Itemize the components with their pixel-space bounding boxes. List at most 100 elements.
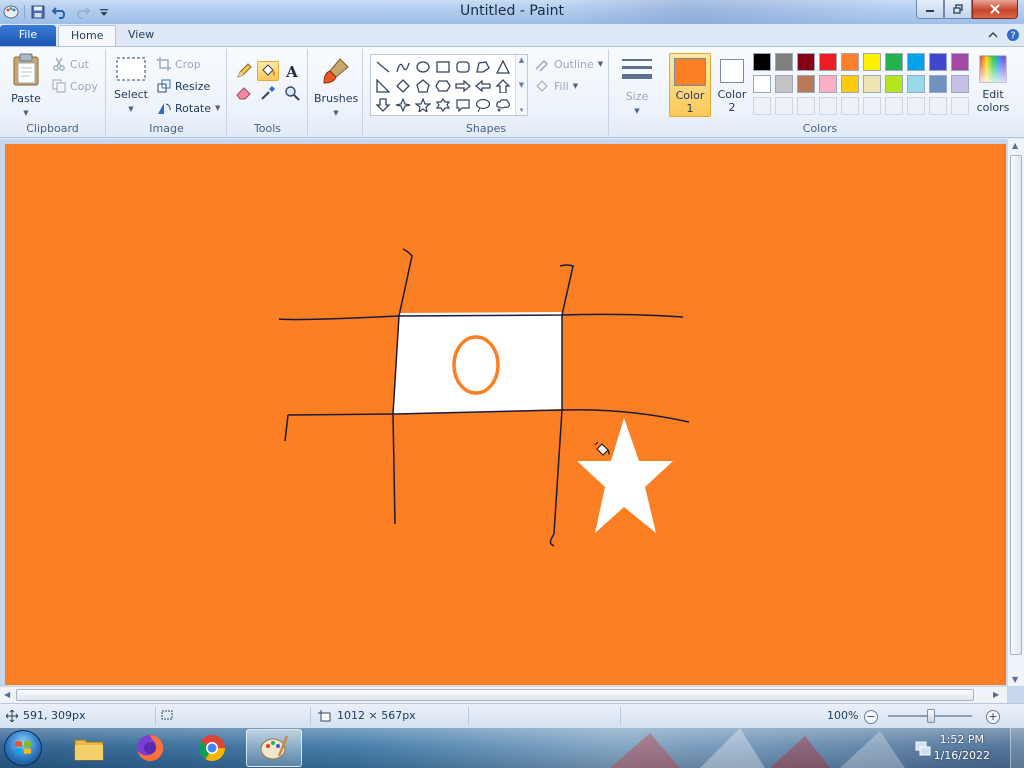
shape-rounded-rectangle-icon[interactable] (453, 57, 473, 76)
taskbar-chrome[interactable] (184, 729, 240, 767)
tab-view[interactable]: View (116, 25, 166, 46)
zoom-in-button[interactable]: + (986, 710, 1000, 724)
shape-left-arrow-icon[interactable] (473, 76, 493, 95)
palette-color-swatch[interactable] (951, 75, 969, 93)
shape-four-point-star-icon[interactable] (393, 95, 413, 114)
show-desktop-button[interactable] (1010, 728, 1024, 768)
shape-five-point-star-icon[interactable] (413, 95, 433, 114)
shape-line-icon[interactable] (373, 57, 393, 76)
zoom-out-button[interactable]: − (864, 710, 878, 724)
vertical-scroll-thumb[interactable] (1010, 155, 1022, 655)
taskbar-file-explorer[interactable] (61, 729, 117, 767)
shapes-expand-icon[interactable]: ▾ (520, 106, 524, 114)
pencil-tool[interactable] (233, 61, 255, 81)
palette-color-swatch[interactable] (775, 75, 793, 93)
select-dropdown-icon[interactable]: ▼ (128, 105, 133, 113)
shape-diamond-icon[interactable] (393, 76, 413, 95)
palette-custom-slot[interactable] (841, 97, 859, 115)
shape-up-arrow-icon[interactable] (493, 76, 513, 95)
palette-color-swatch[interactable] (885, 53, 903, 71)
cut-button[interactable]: Cut (52, 57, 89, 71)
shape-polygon-icon[interactable] (473, 57, 493, 76)
shape-oval-callout-icon[interactable] (473, 95, 493, 114)
shape-rounded-callout-icon[interactable] (453, 95, 473, 114)
shapes-scroll-up-icon[interactable]: ▲ (519, 56, 524, 64)
brushes-dropdown-icon[interactable]: ▼ (333, 109, 338, 117)
shape-six-point-star-icon[interactable] (433, 95, 453, 114)
palette-color-swatch[interactable] (907, 53, 925, 71)
vertical-scrollbar[interactable]: ▲ ▼ (1007, 139, 1024, 686)
shape-oval-icon[interactable] (413, 57, 433, 76)
taskbar-firefox[interactable] (122, 729, 178, 767)
shape-curve-icon[interactable] (393, 57, 413, 76)
tab-home[interactable]: Home (58, 25, 117, 46)
palette-color-swatch[interactable] (929, 53, 947, 71)
horizontal-scrollbar[interactable]: ◀ ▶ (0, 686, 1007, 703)
scroll-left-icon[interactable]: ◀ (4, 690, 10, 699)
palette-color-swatch[interactable] (797, 75, 815, 93)
palette-color-swatch[interactable] (841, 75, 859, 93)
fill-button[interactable]: Fill ▼ (534, 79, 578, 93)
palette-custom-slot[interactable] (797, 97, 815, 115)
rotate-dropdown-icon[interactable]: ▼ (215, 104, 220, 112)
palette-color-swatch[interactable] (863, 75, 881, 93)
horizontal-scroll-thumb[interactable] (16, 689, 974, 701)
color2-button[interactable]: Color 2 (711, 53, 753, 117)
palette-color-swatch[interactable] (863, 53, 881, 71)
tray-network-icon[interactable] (914, 739, 932, 760)
shapes-scroll-down-icon[interactable]: ▼ (519, 81, 524, 89)
fill-bucket-tool[interactable] (257, 61, 279, 81)
shape-hexagon-icon[interactable] (433, 76, 453, 95)
zoom-slider-thumb[interactable] (927, 709, 935, 723)
copy-button[interactable]: Copy (52, 79, 98, 93)
tab-file[interactable]: File (0, 25, 56, 46)
color-picker-tool[interactable] (257, 83, 279, 103)
palette-color-swatch[interactable] (819, 75, 837, 93)
shapes-gallery-scroll[interactable]: ▲ ▼ ▾ (515, 55, 527, 115)
scroll-down-icon[interactable]: ▼ (1012, 675, 1018, 684)
help-icon[interactable]: ? (1006, 28, 1020, 42)
palette-color-swatch[interactable] (753, 75, 771, 93)
paste-button[interactable]: Paste ▼ (6, 53, 46, 118)
palette-custom-slot[interactable] (929, 97, 947, 115)
shape-down-arrow-icon[interactable] (373, 95, 393, 114)
palette-color-swatch[interactable] (841, 53, 859, 71)
taskbar-clock[interactable]: 1:52 PM 1/16/2022 (934, 732, 990, 764)
shape-rectangle-icon[interactable] (433, 57, 453, 76)
palette-color-swatch[interactable] (951, 53, 969, 71)
restore-button[interactable] (944, 0, 972, 19)
palette-color-swatch[interactable] (797, 53, 815, 71)
resize-button[interactable]: Resize (157, 79, 210, 93)
shape-right-arrow-icon[interactable] (453, 76, 473, 95)
palette-color-swatch[interactable] (907, 75, 925, 93)
brushes-button[interactable]: Brushes ▼ (314, 55, 358, 118)
start-button[interactable] (4, 730, 42, 766)
eraser-tool[interactable] (233, 83, 255, 103)
paste-dropdown-icon[interactable]: ▼ (23, 109, 28, 117)
magnifier-tool[interactable] (281, 83, 303, 103)
size-button[interactable]: Size ▼ (617, 55, 657, 116)
outline-button[interactable]: Outline ▼ (534, 57, 603, 71)
drawing-canvas[interactable] (5, 144, 1006, 685)
text-tool[interactable]: A (281, 61, 303, 81)
palette-color-swatch[interactable] (885, 75, 903, 93)
shape-triangle-icon[interactable] (493, 57, 513, 76)
scroll-right-icon[interactable]: ▶ (993, 690, 999, 699)
minimize-ribbon-icon[interactable] (986, 28, 1000, 42)
palette-custom-slot[interactable] (885, 97, 903, 115)
close-button[interactable] (972, 0, 1018, 19)
shape-right-triangle-icon[interactable] (373, 76, 393, 95)
scroll-up-icon[interactable]: ▲ (1012, 141, 1018, 150)
palette-custom-slot[interactable] (951, 97, 969, 115)
select-button[interactable]: Select ▼ (111, 55, 151, 114)
palette-custom-slot[interactable] (753, 97, 771, 115)
palette-color-swatch[interactable] (775, 53, 793, 71)
rotate-button[interactable]: Rotate ▼ (157, 101, 220, 115)
minimize-button[interactable] (916, 0, 944, 19)
palette-color-swatch[interactable] (819, 53, 837, 71)
palette-color-swatch[interactable] (753, 53, 771, 71)
palette-custom-slot[interactable] (907, 97, 925, 115)
taskbar-paint[interactable] (246, 729, 302, 767)
palette-color-swatch[interactable] (929, 75, 947, 93)
edit-colors-button[interactable]: Edit colors (973, 55, 1013, 114)
